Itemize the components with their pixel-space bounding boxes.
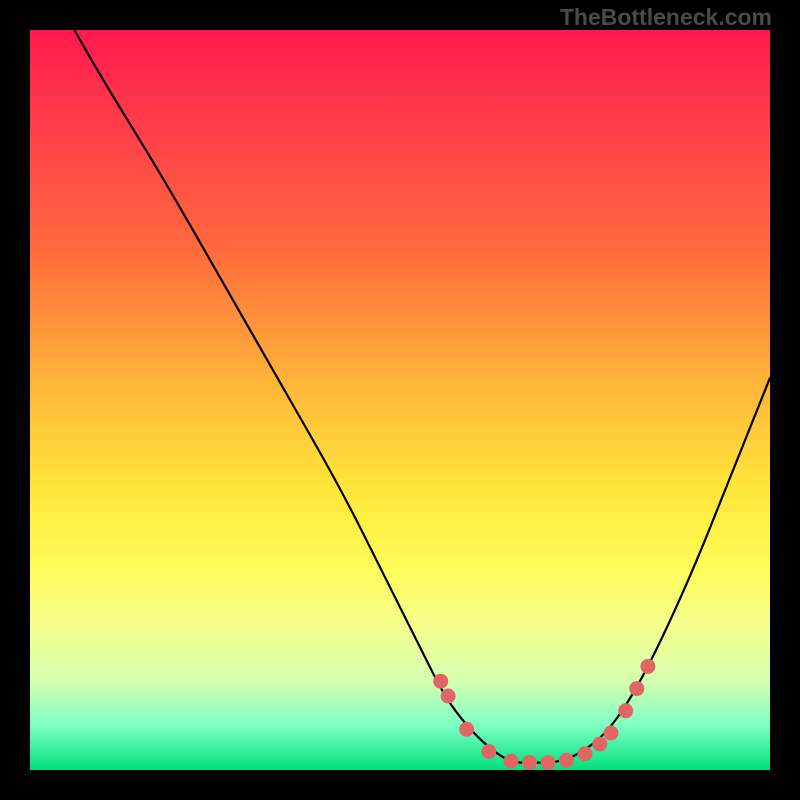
- optimal-point: [640, 659, 655, 674]
- optimal-band-dots: [433, 659, 655, 770]
- chart-svg: [30, 30, 770, 770]
- optimal-point: [459, 722, 474, 737]
- chart-frame: TheBottleneck.com: [0, 0, 800, 800]
- optimal-point: [504, 754, 519, 769]
- optimal-point: [433, 674, 448, 689]
- optimal-point: [603, 726, 618, 741]
- optimal-point: [578, 746, 593, 761]
- optimal-point: [441, 689, 456, 704]
- bottleneck-curve: [74, 30, 770, 763]
- optimal-point: [618, 703, 633, 718]
- optimal-point: [592, 737, 607, 752]
- optimal-point: [629, 681, 644, 696]
- optimal-point: [559, 753, 574, 768]
- optimal-point: [481, 744, 496, 759]
- optimal-point: [522, 755, 537, 770]
- optimal-point: [541, 755, 556, 770]
- plot-area: [30, 30, 770, 770]
- watermark-text: TheBottleneck.com: [560, 4, 772, 31]
